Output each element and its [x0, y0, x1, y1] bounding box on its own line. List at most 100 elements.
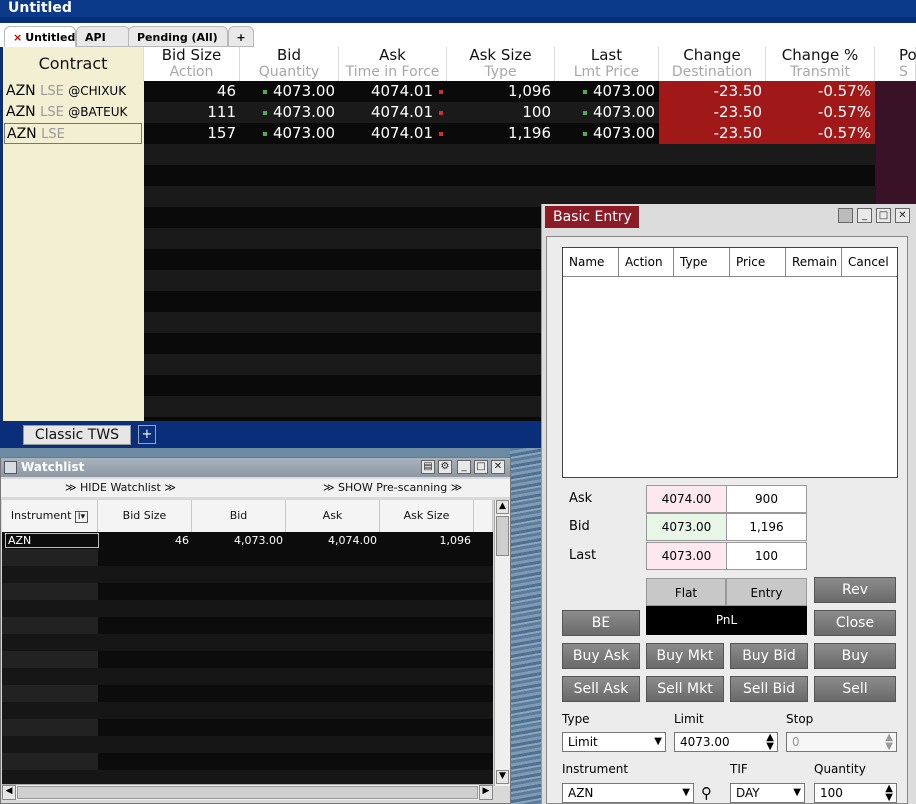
basic-entry-tab[interactable]: Basic Entry: [545, 206, 639, 228]
sell-button[interactable]: Sell: [814, 676, 896, 702]
grid-header: Contract Bid Size Action Bid Quantity Ask T…: [3, 47, 916, 81]
change-cell: -23.50: [659, 102, 766, 123]
orders-table: Name Action Type Price Remain Cancel: [562, 247, 898, 478]
col-last[interactable]: Last Lmt Price: [555, 47, 659, 81]
wl-col-filler: [474, 500, 493, 532]
orders-col-cancel[interactable]: Cancel: [842, 248, 897, 277]
sell-mkt-button[interactable]: Sell Mkt: [646, 676, 724, 702]
chevron-down-icon: ▼: [793, 787, 801, 798]
up-tick-icon: [262, 110, 267, 115]
col-ask[interactable]: Ask Time in Force: [339, 47, 447, 81]
quote-label-ask: Ask: [569, 491, 593, 506]
tab-pending[interactable]: Pending (All): [128, 26, 228, 47]
tab-untitled[interactable]: × Untitled: [4, 26, 76, 47]
be-button[interactable]: BE: [562, 610, 640, 636]
up-tick-icon: [582, 110, 587, 115]
rev-button[interactable]: Rev: [814, 577, 896, 603]
instrument-cell[interactable]: AZN: [5, 533, 99, 548]
bid-size-cell: 46: [144, 81, 240, 102]
minimize-icon[interactable]: _: [857, 208, 872, 223]
bid-size-cell: 111: [144, 102, 240, 123]
orders-col-action[interactable]: Action: [619, 248, 674, 277]
sell-bid-button[interactable]: Sell Bid: [730, 676, 808, 702]
buy-ask-button[interactable]: Buy Ask: [562, 643, 640, 669]
buy-button[interactable]: Buy: [814, 643, 896, 669]
settings-icon[interactable]: ⚙: [438, 460, 452, 474]
add-page-button[interactable]: +: [138, 425, 156, 444]
table-row[interactable]: AZN LSE @CHIXUK 46 4073.00 4074.01 1,096…: [3, 81, 916, 102]
search-icon[interactable]: ⚲: [701, 784, 712, 802]
close-icon[interactable]: ✕: [491, 460, 505, 474]
watchlist-app-icon: [4, 461, 17, 474]
watchlist-toolbar: ≫ HIDE Watchlist ≫ ≫ SHOW Pre-scanning ≫: [1, 479, 510, 497]
last-price[interactable]: 4073.00: [646, 542, 727, 570]
stop-input[interactable]: 0 ▲ ▼: [786, 732, 897, 752]
horizontal-scrollbar[interactable]: ◀ ▶: [2, 784, 493, 800]
wl-col-bid[interactable]: Bid: [192, 500, 286, 532]
spinner-icon: ▲ ▼: [766, 732, 774, 752]
tab-classic-tws[interactable]: Classic TWS: [23, 425, 131, 445]
empty-row[interactable]: [144, 144, 876, 165]
ask-size-cell: 100: [447, 102, 555, 123]
col-change-pct[interactable]: Change % Transmit: [766, 47, 875, 81]
contract-cell: AZN LSE @BATEUK: [6, 104, 128, 120]
col-ask-size[interactable]: Ask Size Type: [447, 47, 555, 81]
close-position-button[interactable]: Close: [814, 610, 896, 636]
up-tick-icon: [582, 131, 587, 136]
orders-col-price[interactable]: Price: [730, 248, 786, 277]
tif-select[interactable]: DAY ▼: [730, 783, 805, 803]
table-row[interactable]: AZN 46 4,073.00 4,074.00 1,096: [2, 532, 493, 549]
col-change[interactable]: Change Destination: [659, 47, 766, 81]
last-cell: 4073.00: [555, 123, 659, 144]
quantity-input[interactable]: 100 ▲ ▼: [814, 783, 897, 803]
add-tab-button[interactable]: +: [228, 26, 254, 47]
quote-label-bid: Bid: [569, 519, 590, 534]
instrument-select[interactable]: AZN ▼: [562, 783, 694, 803]
col-contract[interactable]: Contract: [3, 47, 144, 81]
maximize-icon[interactable]: □: [876, 208, 891, 223]
bid-price[interactable]: 4073.00: [646, 513, 727, 541]
bid-cell: 4073.00: [240, 123, 339, 144]
close-icon[interactable]: ✕: [895, 208, 910, 223]
col-position[interactable]: Po S: [875, 47, 916, 81]
ask-price[interactable]: 4074.00: [646, 485, 727, 513]
scroll-right-icon: ▶: [479, 785, 493, 800]
link-icon[interactable]: ▤: [421, 460, 435, 474]
buy-bid-button[interactable]: Buy Bid: [730, 643, 808, 669]
down-tick-icon: [439, 110, 443, 115]
type-select[interactable]: Limit ▼: [562, 732, 666, 752]
close-icon[interactable]: ×: [13, 31, 22, 44]
wl-col-ask[interactable]: Ask: [286, 500, 380, 532]
bid-cell: 4,073.00: [234, 534, 283, 547]
vertical-scrollbar[interactable]: ▲ ▼: [494, 500, 510, 786]
wl-col-instrument[interactable]: Instrument I▾: [2, 500, 98, 532]
maximize-icon[interactable]: □: [474, 460, 488, 474]
orders-col-remain[interactable]: Remain: [786, 248, 842, 277]
minimize-icon[interactable]: _: [457, 460, 471, 474]
stop-label: Stop: [786, 712, 814, 726]
col-bid-size[interactable]: Bid Size Action: [144, 47, 240, 81]
change-pct-cell: -0.57%: [766, 81, 875, 102]
table-row[interactable]: AZN LSE 157 4073.00 4074.01 1,196 4073.0…: [3, 123, 916, 144]
buy-mkt-button[interactable]: Buy Mkt: [646, 643, 724, 669]
wl-col-ask-size[interactable]: Ask Size: [380, 500, 474, 532]
limit-label: Limit: [674, 712, 704, 726]
hide-watchlist-button[interactable]: ≫ HIDE Watchlist ≫: [65, 479, 176, 497]
change-cell: -23.50: [659, 123, 766, 144]
col-bid[interactable]: Bid Quantity: [240, 47, 339, 81]
orders-col-name[interactable]: Name: [563, 248, 619, 277]
watchlist-table: AZN 46 4,073.00 4,074.00 1,096: [2, 532, 493, 798]
table-row[interactable]: AZN LSE @BATEUK 111 4073.00 4074.01 100 …: [3, 102, 916, 123]
show-prescanning-button[interactable]: ≫ SHOW Pre-scanning ≫: [323, 479, 462, 497]
watchlist-window: Watchlist ▤ ⚙ _ □ ✕ ≫ HIDE Watchlist ≫ ≫…: [0, 457, 511, 804]
orders-col-type[interactable]: Type: [674, 248, 730, 277]
panel-icon[interactable]: [838, 208, 853, 223]
sell-ask-button[interactable]: Sell Ask: [562, 676, 640, 702]
change-pct-cell: -0.57%: [766, 123, 875, 144]
tab-api[interactable]: API: [76, 26, 130, 47]
wl-col-bid-size[interactable]: Bid Size: [98, 500, 192, 532]
chevron-down-icon: ▼: [682, 787, 690, 798]
bid-cell: 4073.00: [240, 81, 339, 102]
limit-input[interactable]: 4073.00 ▲ ▼: [674, 732, 778, 752]
ask-size-cell: 1,096: [439, 534, 472, 547]
